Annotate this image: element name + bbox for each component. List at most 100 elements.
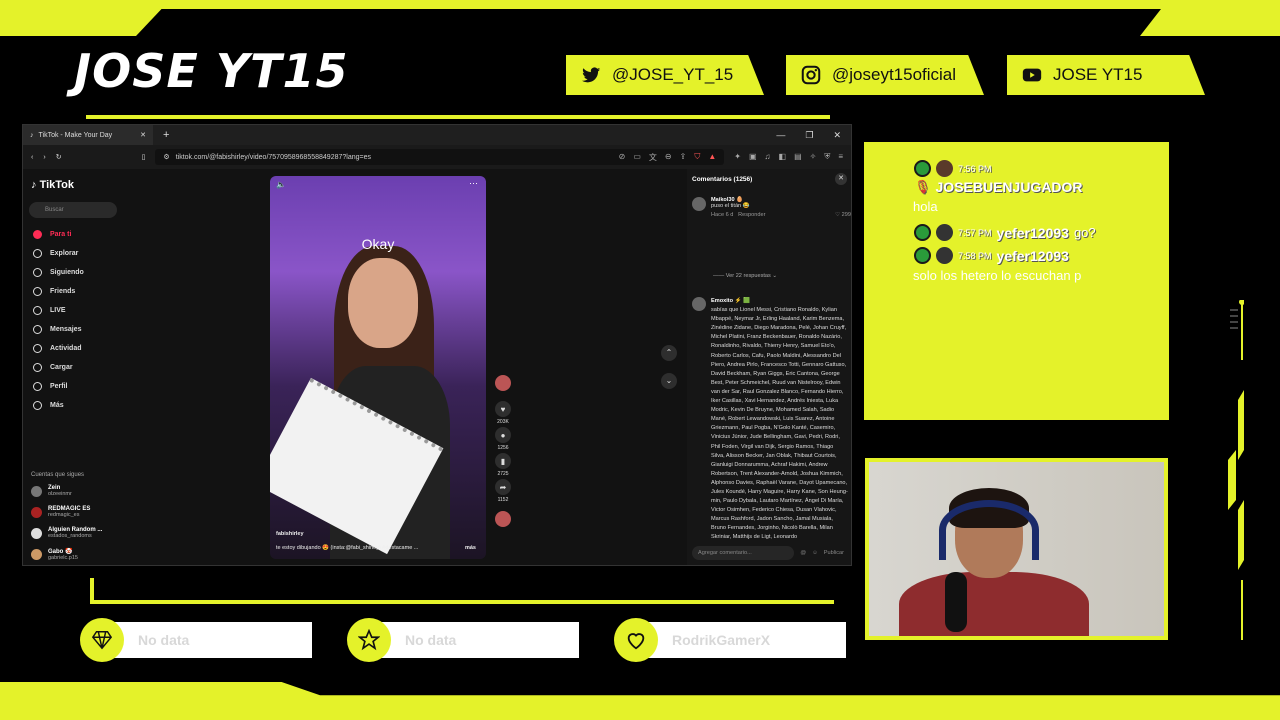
webcam-feed bbox=[865, 458, 1168, 640]
menu-icon[interactable]: ≡ bbox=[838, 152, 843, 162]
reload-icon[interactable]: ↻ bbox=[56, 153, 62, 161]
window-close-icon[interactable]: ✕ bbox=[833, 130, 841, 141]
social-twitter: @JOSE_YT_15 bbox=[566, 55, 764, 95]
following-account[interactable]: Alguien Random ... estados_randoms bbox=[31, 527, 102, 539]
compass-icon bbox=[33, 249, 42, 258]
share-icon[interactable]: ⇪ bbox=[680, 152, 687, 163]
comments-close-icon[interactable]: ✕ bbox=[835, 173, 847, 185]
url-field[interactable]: ⚙ tiktok.com/@fabishirley/video/75709589… bbox=[155, 149, 725, 165]
video-player[interactable]: 🔈 ⋯ Okay fabishirley te estoy dibujando … bbox=[270, 176, 486, 559]
sidebar-toggle-icon[interactable]: ◧ bbox=[779, 152, 787, 162]
nav-mensajes[interactable]: Mensajes bbox=[33, 325, 82, 334]
twitter-handle: @JOSE_YT_15 bbox=[612, 65, 734, 84]
home-icon bbox=[33, 230, 42, 239]
extensions-icon[interactable]: ✦ bbox=[734, 152, 741, 162]
nav-actividad[interactable]: Actividad bbox=[33, 344, 82, 353]
overlay-bottom-band bbox=[0, 682, 1280, 720]
minimize-icon[interactable]: — bbox=[776, 130, 785, 141]
back-icon[interactable]: ‹ bbox=[31, 154, 33, 161]
nav-siguiendo[interactable]: Siguiendo bbox=[33, 268, 84, 277]
nav-label: LIVE bbox=[50, 307, 66, 314]
chat-time: 7:56 PM bbox=[958, 163, 992, 174]
cast-icon[interactable]: ▭ bbox=[633, 152, 641, 163]
stream-chat: 7:56 PM 🎙 JOSEBUENJUGADOR hola 7:57 PM y… bbox=[864, 142, 1169, 420]
nav-label: Friends bbox=[50, 288, 76, 295]
view-replies-button[interactable]: —— Ver 22 respuestas ⌄ bbox=[713, 273, 777, 279]
search-input[interactable]: Buscar bbox=[29, 202, 117, 218]
messages-icon bbox=[33, 325, 42, 334]
nav-para-ti[interactable]: Para ti bbox=[33, 230, 71, 239]
caption-text: te estoy dibujando 😍 (insta:@fabi_shirle… bbox=[276, 545, 419, 551]
nav-label: Perfil bbox=[50, 383, 68, 390]
following-account[interactable]: REDMAGIC ES redmagic_es bbox=[31, 506, 90, 518]
comments-panel: Comentarios (1256) ✕ Maikol30 🥚 puso el … bbox=[687, 169, 851, 565]
comment-input[interactable]: Agregar comentario... bbox=[692, 546, 795, 560]
sound-avatar[interactable] bbox=[495, 511, 511, 527]
nav-label: Para ti bbox=[50, 231, 72, 238]
twitter-icon bbox=[581, 67, 601, 83]
vpn-icon[interactable]: ⛨ bbox=[824, 152, 830, 162]
site-info-icon[interactable]: ⚙ bbox=[163, 153, 169, 161]
nav-perfil[interactable]: Perfil bbox=[33, 382, 68, 391]
channel-brand: JOSE YT15 bbox=[74, 44, 349, 98]
window-controls: — ❐ ✕ bbox=[776, 130, 851, 141]
avatar[interactable] bbox=[692, 197, 706, 211]
comment-icon[interactable]: ● bbox=[495, 427, 511, 443]
zoom-icon[interactable]: ⊖ bbox=[665, 152, 672, 163]
browser-tab-bar: ♪ TikTok - Make Your Day ✕ + — ❐ ✕ bbox=[23, 125, 851, 145]
video-options-icon[interactable]: ⋯ bbox=[469, 178, 478, 189]
nav-label: Siguiendo bbox=[50, 269, 84, 276]
nav-friends[interactable]: Friends bbox=[33, 287, 75, 296]
volume-icon[interactable]: 🔈 bbox=[276, 180, 286, 189]
nav-cargar[interactable]: Cargar bbox=[33, 363, 73, 372]
avatar bbox=[936, 247, 953, 264]
emoji-icon[interactable]: ☺ bbox=[812, 550, 818, 556]
caption-more-link[interactable]: más bbox=[465, 545, 476, 551]
tiktok-logo[interactable]: ♪ TikTok bbox=[31, 179, 74, 191]
address-bar-row: ‹ › ↻ ▯ ⚙ tiktok.com/@fabishirley/video/… bbox=[23, 145, 851, 169]
share-arrow-icon[interactable]: ➦ bbox=[495, 479, 511, 495]
save-icon[interactable]: ▮ bbox=[495, 453, 511, 469]
instagram-handle: @joseyt15oficial bbox=[832, 65, 957, 84]
comment-user[interactable]: Emoxito ⚡ 🟩 bbox=[711, 297, 848, 306]
next-video-button[interactable]: ⌄ bbox=[661, 373, 677, 389]
music-icon[interactable]: ♫ bbox=[765, 152, 771, 162]
comment-like[interactable]: ♡ 299 bbox=[835, 212, 851, 218]
share-count: 1152 bbox=[497, 497, 509, 503]
overlay-side-decoration bbox=[1228, 300, 1244, 640]
following-account[interactable]: Zein olzeeinmr bbox=[31, 485, 72, 497]
brave-shield-icon[interactable]: ⛉ bbox=[694, 152, 700, 163]
diamond-icon bbox=[80, 618, 124, 662]
video-author[interactable]: fabishirley bbox=[276, 531, 476, 537]
like-icon[interactable]: ♥ bbox=[495, 401, 511, 417]
nav-live[interactable]: LIVE bbox=[33, 306, 66, 315]
chat-username: yefer12093 bbox=[996, 224, 1069, 241]
following-account[interactable]: Gabo 🤡 gabrielc.p15 bbox=[31, 548, 78, 561]
translate-icon[interactable]: 文 bbox=[649, 152, 657, 163]
nav-explorar[interactable]: Explorar bbox=[33, 249, 78, 258]
stat-latest-sub: No data bbox=[347, 618, 579, 662]
block-icon[interactable]: ⊘ bbox=[619, 152, 626, 163]
restore-icon[interactable]: ❐ bbox=[805, 130, 813, 141]
tab-close-icon[interactable]: ✕ bbox=[140, 131, 146, 139]
reply-button[interactable]: Responder bbox=[738, 212, 765, 218]
previous-video-button[interactable]: ⌃ bbox=[661, 345, 677, 361]
leo-icon[interactable]: ✧ bbox=[810, 152, 817, 162]
screenshot-icon[interactable]: ▣ bbox=[749, 152, 757, 162]
tab-title: TikTok - Make Your Day bbox=[38, 131, 113, 139]
microphone-stand bbox=[945, 572, 967, 632]
new-tab-icon[interactable]: + bbox=[163, 129, 169, 141]
wallet-icon[interactable]: ▤ bbox=[794, 152, 802, 162]
forward-icon[interactable]: › bbox=[43, 154, 45, 161]
video-caption: fabishirley te estoy dibujando 😍 (insta:… bbox=[276, 531, 476, 551]
xbox-badge-icon bbox=[914, 247, 931, 264]
browser-tab[interactable]: ♪ TikTok - Make Your Day ✕ bbox=[23, 125, 153, 145]
nav-mas[interactable]: Más bbox=[33, 401, 64, 410]
video-overlay-text: Okay bbox=[361, 236, 395, 252]
bookmark-icon[interactable]: ▯ bbox=[142, 153, 146, 161]
avatar[interactable] bbox=[692, 297, 706, 311]
publish-button[interactable]: Publicar bbox=[824, 550, 844, 556]
brave-rewards-icon[interactable]: ▲ bbox=[708, 152, 716, 163]
mention-icon[interactable]: @ bbox=[800, 550, 806, 556]
creator-avatar[interactable] bbox=[495, 375, 511, 391]
